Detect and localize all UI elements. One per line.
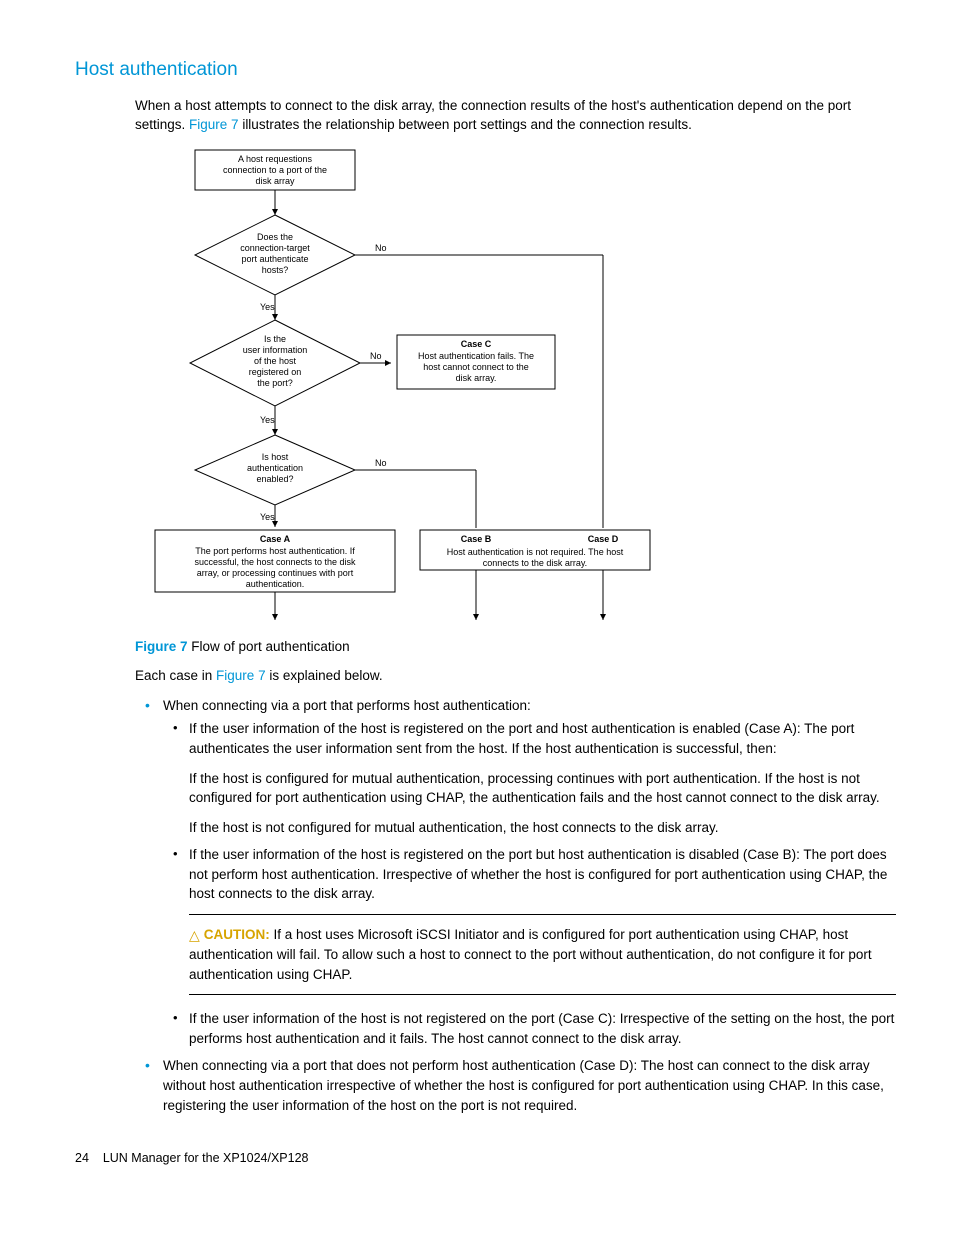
figure-caption-text: Flow of port authentication (188, 639, 350, 654)
flow-no-1: No (375, 243, 387, 253)
flow-dec2-l3: of the host (254, 356, 297, 366)
flow-caseA-l1: The port performs host authentication. I… (195, 546, 355, 556)
flow-dec1-l2: connection-target (240, 243, 310, 253)
caution-text: If a host uses Microsoft iSCSI Initiator… (189, 927, 872, 982)
flow-start-l1: A host requestions (238, 154, 313, 164)
flow-no-2: No (370, 351, 382, 361)
flow-caseC-title: Case C (461, 339, 492, 349)
flow-start-l2: connection to a port of the (223, 165, 327, 175)
intro-text-post: illustrates the relationship between por… (239, 117, 692, 132)
bullet-1a-p1: If the user information of the host is r… (189, 719, 896, 758)
flow-caseB-title: Case B (461, 534, 492, 544)
bullet-1c: If the user information of the host is n… (189, 1011, 894, 1046)
list-item: If the user information of the host is n… (163, 1009, 896, 1048)
list-item: When connecting via a port that does not… (135, 1056, 896, 1115)
flow-caseA-l2: successful, the host connects to the dis… (194, 557, 356, 567)
flow-dec2-l5: the port? (257, 378, 293, 388)
flow-caseA-title: Case A (260, 534, 291, 544)
bullet-1b: If the user information of the host is r… (189, 847, 887, 901)
flow-caseC-l1: Host authentication fails. The (418, 351, 534, 361)
eachcase-post: is explained below. (266, 668, 383, 683)
footer-title: LUN Manager for the XP1024/XP128 (103, 1151, 309, 1165)
caution-box: △ CAUTION: If a host uses Microsoft iSCSI… (189, 914, 896, 995)
flow-dec2-l1: Is the (264, 334, 286, 344)
flow-caseA-l3: array, or processing continues with port (197, 568, 354, 578)
caution-label: CAUTION: (204, 927, 270, 942)
eachcase-pre: Each case in (135, 668, 216, 683)
flow-start-l3: disk array (255, 176, 295, 186)
bullet-1a-p2: If the host is configured for mutual aut… (189, 769, 896, 808)
flow-caseA-l4: authentication. (246, 579, 305, 589)
flow-dec3-l2: authentication (247, 463, 303, 473)
list-item: When connecting via a port that performs… (135, 696, 896, 1049)
figure-label: Figure 7 (135, 639, 188, 654)
page-footer: 24 LUN Manager for the XP1024/XP128 (75, 1149, 896, 1167)
flow-dec3-l3: enabled? (256, 474, 293, 484)
caution-icon: △ (189, 925, 200, 945)
flow-caseC-l3: disk array. (456, 373, 497, 383)
flow-yes-2: Yes (260, 415, 275, 425)
footer-page-number: 24 (75, 1151, 89, 1165)
flow-caseC-l2: host cannot connect to the (423, 362, 529, 372)
each-case-paragraph: Each case in Figure 7 is explained below… (135, 666, 896, 686)
flow-caseBD-l1: Host authentication is not required. The… (447, 547, 624, 557)
flow-dec3-l1: Is host (262, 452, 289, 462)
flow-caseBD-l2: connects to the disk array. (483, 558, 587, 568)
list-item: If the user information of the host is r… (163, 719, 896, 837)
flow-dec1-l3: port authenticate (241, 254, 308, 264)
intro-paragraph: When a host attempts to connect to the d… (135, 96, 896, 135)
flowchart-figure: A host requestions connection to a port … (135, 145, 896, 629)
flow-yes-3: Yes (260, 512, 275, 522)
bullet-2: When connecting via a port that does not… (163, 1058, 884, 1112)
flow-yes-1: Yes (260, 302, 275, 312)
figure-link[interactable]: Figure 7 (189, 117, 239, 132)
flow-dec1-l1: Does the (257, 232, 293, 242)
list-item: If the user information of the host is r… (163, 845, 896, 904)
flow-dec2-l4: registered on (249, 367, 302, 377)
flow-caseD-title: Case D (588, 534, 619, 544)
flow-dec1-l4: hosts? (262, 265, 289, 275)
flow-no-3: No (375, 458, 387, 468)
figure-caption: Figure 7 Flow of port authentication (135, 637, 896, 657)
bullet-1a-p3: If the host is not configured for mutual… (189, 818, 896, 838)
section-heading: Host authentication (75, 56, 896, 84)
figure-link-2[interactable]: Figure 7 (216, 668, 266, 683)
flow-dec2-l2: user information (243, 345, 308, 355)
bullet-1-intro: When connecting via a port that performs… (163, 698, 531, 713)
